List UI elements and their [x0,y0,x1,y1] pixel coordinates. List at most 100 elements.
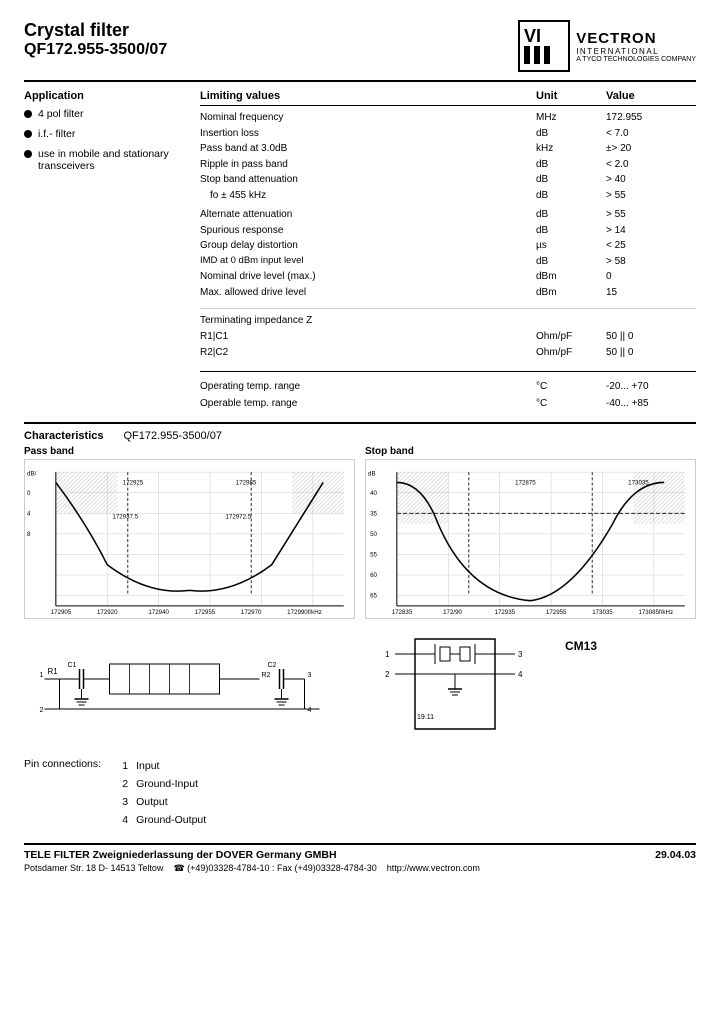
pin-row-4: 4 Ground-Output [114,812,206,830]
svg-text:173035: 173035 [592,609,613,616]
svg-text:172925: 172925 [123,480,144,487]
application-heading: Application [24,90,184,102]
spec-row-6: Alternate attenuation dB > 55 [200,207,696,223]
spec-value: < 25 [606,238,696,254]
col-name-header: Limiting values [200,90,536,102]
spec-unit: MHz [536,110,606,126]
spec-name: Ripple in pass band [200,157,536,173]
spec-row-0: Nominal frequency MHz 172.955 [200,110,696,126]
temp-row-0: Operating temp. range °C -20... +70 [200,378,696,395]
spec-unit: dB [536,157,606,173]
spec-unit: dB [536,254,606,270]
circuit-model-label: CM13 [565,639,597,653]
impedance-section: Terminating impedance Z R1|C1 Ohm/pF 50 … [200,308,696,361]
bullet-icon [24,150,32,158]
spec-name: Nominal drive level (max.) [200,269,536,285]
char-part-number: QF172.955-3500/07 [124,430,222,442]
svg-text:173085: 173085 [638,609,659,616]
svg-text:172955: 172955 [546,609,567,616]
footer-address: Potsdamer Str. 18 D- 14513 Teltow [24,863,163,873]
spec-name: Pass band at 3.0dB [200,141,536,157]
spec-name: Stop band attenuation [200,172,536,188]
pin-number: 4 [114,812,128,830]
impedance-row-1: R2|C2 Ohm/pF 50 || 0 [200,345,696,361]
impedance-row-0: R1|C1 Ohm/pF 50 || 0 [200,329,696,345]
spec-unit: dB [536,172,606,188]
pin-name: Input [136,758,159,776]
bullet-icon [24,110,32,118]
spec-unit: kHz [536,141,606,157]
char-header: Characteristics QF172.955-3500/07 [24,430,696,442]
logo: VI VECTRON INTERNATIONAL A TYCO TECHNOLO… [518,20,696,72]
svg-text:1: 1 [385,650,390,659]
spec-unit: dBm [536,269,606,285]
svg-text:55: 55 [370,551,377,558]
svg-text:4: 4 [518,670,523,679]
footer-website: http://www.vectron.com [387,863,480,873]
impedance-name: R1|C1 [200,329,536,345]
spec-value: ±> 20 [606,141,696,157]
app-item-3: use in mobile and stationary transceiver… [24,148,184,172]
product-title: Crystal filter QF172.955-3500/07 [24,20,167,59]
pin-row-2: 2 Ground-Input [114,776,206,794]
col-value-header: Value [606,90,696,102]
spec-unit: dB [536,188,606,204]
spec-value: > 55 [606,207,696,223]
impedance-name: R2|C2 [200,345,536,361]
spec-unit: dBm [536,285,606,301]
spec-row-4: Stop band attenuation dB > 40 [200,172,696,188]
spec-unit: dB [536,223,606,239]
spec-value: < 2.0 [606,157,696,173]
spec-value: 15 [606,285,696,301]
spec-row-1: Insertion loss dB < 7.0 [200,126,696,142]
pin-number: 1 [114,758,128,776]
temp-value: -20... +70 [606,378,696,395]
svg-text:40: 40 [370,490,377,497]
col-unit-header: Unit [536,90,606,102]
package-svg: 1 2 3 4 [365,629,545,749]
spec-condition: fo ± 455 kHz [200,188,536,204]
characteristics-section: Characteristics QF172.955-3500/07 Pass b… [24,422,696,829]
footer-company-line: TELE FILTER Zweigniederlassung der DOVER… [24,849,696,861]
svg-text:50: 50 [370,531,377,538]
impedance-unit: Ohm/pF [536,329,606,345]
svg-text:dB: dB [368,470,376,477]
pin-name: Ground-Input [136,776,198,794]
app-item-2: i.f.- filter [24,128,184,140]
temp-row-1: Operable temp. range °C -40... +85 [200,395,696,412]
svg-text:35: 35 [370,510,377,517]
svg-text:172985: 172985 [236,480,257,487]
spec-unit: dB [536,207,606,223]
svg-text:172905: 172905 [51,609,72,616]
spec-value: > 40 [606,172,696,188]
stopband-chart-container: Stop band [365,446,696,619]
svg-text:4: 4 [308,707,312,714]
impedance-heading-row: Terminating impedance Z [200,313,696,329]
spec-name: Spurious response [200,223,536,239]
bullet-icon [24,130,32,138]
svg-text:f/kHz: f/kHz [308,609,322,616]
spec-name: Group delay distortion [200,238,536,254]
temp-value: -40... +85 [606,395,696,412]
spec-value: > 14 [606,223,696,239]
passband-chart: 172937.5 172972.5 172925 172985 dB/ 0 4 … [24,459,355,619]
svg-text:172955: 172955 [195,609,216,616]
title-line2: QF172.955-3500/07 [24,41,167,59]
svg-text:172/90: 172/90 [443,609,462,616]
svg-text:172835: 172835 [392,609,413,616]
spec-row-7: Spurious response dB > 14 [200,223,696,239]
stopband-label: Stop band [365,446,696,457]
passband-chart-container: Pass band [24,446,355,619]
circuit-package: 1 2 3 4 [365,629,696,749]
footer-date: 29.04.03 [655,849,696,861]
svg-text:172875: 172875 [515,480,536,487]
footer-phone: ☎ (+49)03328-4784-10 : Fax (+49)03328-47… [173,863,376,873]
pin-name: Output [136,794,168,812]
logo-text: VECTRON INTERNATIONAL A TYCO TECHNOLOGIE… [576,30,696,63]
svg-text:0: 0 [27,490,31,497]
app-item-1: 4 pol filter [24,108,184,120]
pin-row-1: 1 Input [114,758,206,776]
pin-list: 1 Input 2 Ground-Input 3 Output 4 Ground… [114,758,206,829]
page-footer: TELE FILTER Zweigniederlassung der DOVER… [24,843,696,874]
temp-name: Operating temp. range [200,378,536,395]
